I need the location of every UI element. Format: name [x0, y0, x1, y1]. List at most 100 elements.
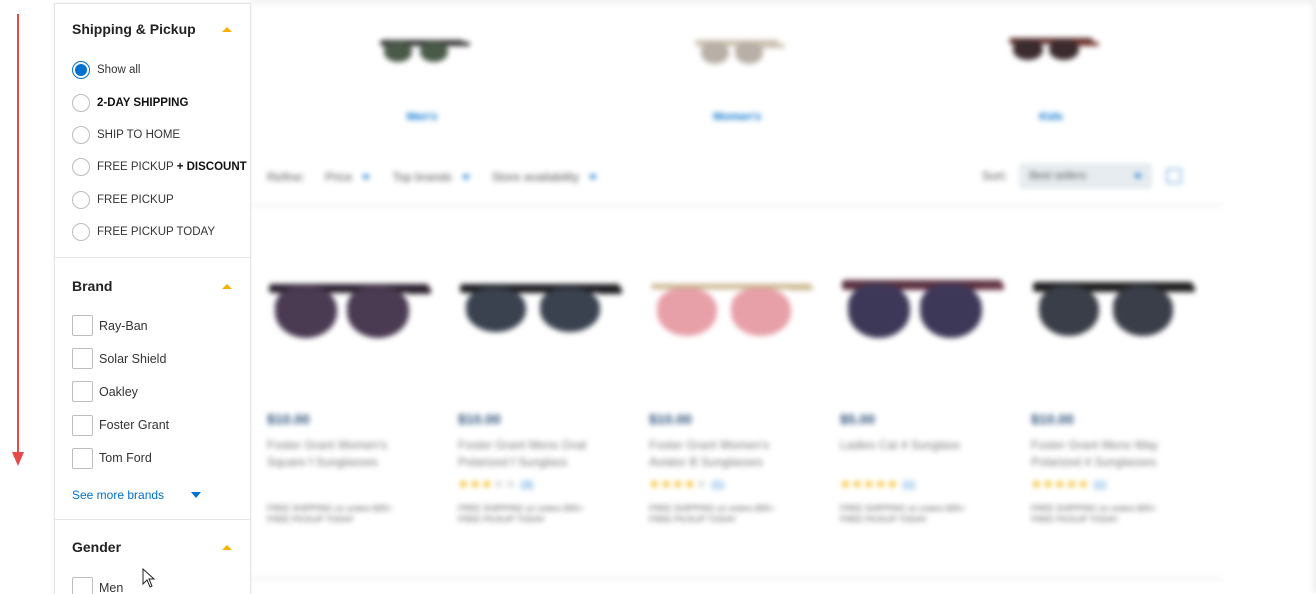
radio-button[interactable]	[72, 61, 90, 80]
radio-button[interactable]	[72, 93, 90, 112]
product-price: $10.00	[1031, 411, 1074, 427]
refine-label: Refine:	[267, 170, 306, 184]
arrow-shaft	[17, 14, 19, 454]
product-price: $10.00	[649, 411, 692, 427]
radio-label: FREE PICKUP + DISCOUNT	[97, 161, 247, 174]
product-price: $10.00	[267, 411, 310, 427]
brand-header[interactable]: Brand	[72, 263, 240, 309]
brand-foster-grant[interactable]: Foster Grant	[72, 409, 240, 442]
radio-2-day-shipping[interactable]: 2-DAY SHIPPING	[72, 86, 240, 118]
radio-show-all[interactable]: Show all	[72, 54, 240, 86]
sunglasses-image	[1005, 30, 1099, 74]
product-card[interactable]: $10.00 Foster Grant Women's Square f Sung…	[267, 268, 437, 525]
radio-free-pickup-discount[interactable]: FREE PICKUP + DISCOUNT	[72, 151, 247, 183]
mouse-cursor-icon	[142, 568, 156, 588]
checkbox[interactable]	[72, 447, 93, 469]
product-title[interactable]: Foster Grant Women's Square f Sunglasses	[267, 437, 437, 471]
filter-top-brands[interactable]: Top brands	[392, 170, 470, 184]
rating-stars: ★★★★★ (3)	[458, 477, 534, 491]
brand-ray-ban[interactable]: Ray-Ban	[72, 309, 240, 342]
product-image[interactable]	[1031, 268, 1196, 358]
sunglasses-image	[691, 30, 785, 74]
arrow-head	[12, 452, 24, 466]
checkbox[interactable]	[72, 315, 93, 337]
rating-stars: ★★★★★ (1)	[840, 477, 916, 491]
product-title[interactable]: Foster Grant Mens Oval Polarized f Sungla…	[458, 437, 628, 471]
product-price: $10.00	[458, 411, 501, 427]
checkbox-label: Oakley	[99, 384, 138, 399]
divider	[252, 578, 1222, 579]
product-card[interactable]: $10.00 Foster Grant Women's Aviator B Sun…	[649, 268, 819, 525]
chevron-up-icon[interactable]	[222, 26, 232, 32]
product-card[interactable]: $10.00 Foster Grant Mens Oval Polarized f…	[458, 268, 628, 525]
product-image[interactable]	[649, 268, 814, 358]
sunglasses-image	[376, 30, 470, 74]
see-more-label: See more brands	[72, 487, 165, 502]
radio-button[interactable]	[72, 125, 90, 144]
category-mens[interactable]: Men's	[362, 30, 482, 123]
section-title: Brand	[72, 278, 113, 294]
radio-label: FREE PICKUP TODAY	[97, 226, 216, 239]
chevron-up-icon[interactable]	[222, 283, 232, 289]
chevron-down-icon	[589, 174, 598, 180]
product-card[interactable]: $5.00 Ladies Cat 4 Sunglass ★★★★★ (1) FRE…	[840, 268, 1010, 525]
product-image[interactable]	[840, 268, 1005, 358]
brand-section: Brand Ray-Ban Solar Shield Oakley Foster…	[55, 258, 250, 520]
radio-free-pickup[interactable]: FREE PICKUP	[72, 184, 240, 216]
gender-men[interactable]: Men	[72, 571, 240, 594]
filter-store-availability[interactable]: Store availability	[492, 170, 598, 184]
checkbox[interactable]	[72, 348, 93, 370]
product-image[interactable]	[267, 268, 432, 358]
radio-label: Show all	[97, 64, 141, 77]
radio-button[interactable]	[72, 190, 90, 209]
radio-label: FREE PICKUP	[97, 193, 174, 206]
shipping-pickup-section: Shipping & Pickup Show all 2-DAY SHIPPIN…	[55, 4, 250, 258]
checkbox-label: Tom Ford	[99, 451, 152, 466]
rating-stars: ★★★★★ (1)	[649, 477, 725, 491]
category-label[interactable]: Women's	[677, 111, 797, 123]
checkbox-label: Solar Shield	[99, 351, 167, 366]
section-title: Gender	[72, 539, 122, 555]
radio-free-pickup-today[interactable]: FREE PICKUP TODAY	[72, 216, 240, 248]
checkbox[interactable]	[72, 414, 93, 436]
shipping-pickup-header[interactable]: Shipping & Pickup	[72, 4, 240, 54]
rating-stars: ★★★★★ (1)	[1031, 477, 1107, 491]
checkbox[interactable]	[72, 577, 93, 594]
product-card[interactable]: $10.00 Foster Grant Mens Way Polarized 4 …	[1031, 268, 1201, 525]
category-womens[interactable]: Women's	[677, 30, 797, 123]
sort-area: Sort: Best sellers	[982, 163, 1183, 189]
shipping-info: FREE SHIPPING on orders $35+ FREE PICKUP …	[458, 503, 584, 524]
category-label[interactable]: Men's	[362, 111, 482, 123]
product-title[interactable]: Foster Grant Women's Aviator B Sunglasses	[649, 437, 819, 471]
product-image[interactable]	[458, 268, 623, 358]
category-label[interactable]: Kids	[991, 111, 1111, 123]
top-border	[252, 0, 1316, 2]
radio-ship-to-home[interactable]: SHIP TO HOME	[72, 119, 240, 151]
shipping-info: FREE SHIPPING on orders $35+ FREE PICKUP …	[267, 503, 393, 524]
category-kids[interactable]: Kids	[991, 30, 1111, 123]
brand-tom-ford[interactable]: Tom Ford	[72, 442, 240, 475]
shipping-info: FREE SHIPPING on orders $35+ FREE PICKUP …	[649, 503, 775, 524]
checkbox[interactable]	[72, 381, 93, 403]
scroll-down-arrow-icon	[12, 14, 24, 466]
radio-button[interactable]	[72, 223, 90, 242]
see-more-brands-link[interactable]: See more brands	[72, 475, 240, 515]
chevron-up-icon[interactable]	[222, 544, 232, 550]
product-title[interactable]: Ladies Cat 4 Sunglass	[840, 437, 1010, 471]
gender-header[interactable]: Gender	[72, 523, 240, 571]
grid-view-icon[interactable]	[1166, 168, 1183, 184]
brand-oakley[interactable]: Oakley	[72, 375, 240, 408]
product-results-area: Men's Women's Kids Refine: Price Top bra…	[252, 0, 1316, 594]
checkbox-label: Ray-Ban	[99, 318, 148, 333]
product-title[interactable]: Foster Grant Mens Way Polarized 4 Sunglas…	[1031, 437, 1201, 471]
shipping-options: Show all 2-DAY SHIPPING SHIP TO HOME FRE…	[72, 54, 247, 248]
radio-label: 2-DAY SHIPPING	[97, 96, 189, 109]
rating-stars	[267, 477, 437, 495]
filter-price[interactable]: Price	[325, 170, 371, 184]
brand-solar-shield[interactable]: Solar Shield	[72, 342, 240, 375]
radio-button[interactable]	[72, 158, 90, 177]
sort-select[interactable]: Best sellers	[1019, 163, 1153, 189]
sort-value: Best sellers	[1029, 170, 1087, 182]
shipping-info: FREE SHIPPING on orders $35+ FREE PICKUP …	[1031, 503, 1157, 524]
chevron-down-icon	[1134, 173, 1143, 179]
